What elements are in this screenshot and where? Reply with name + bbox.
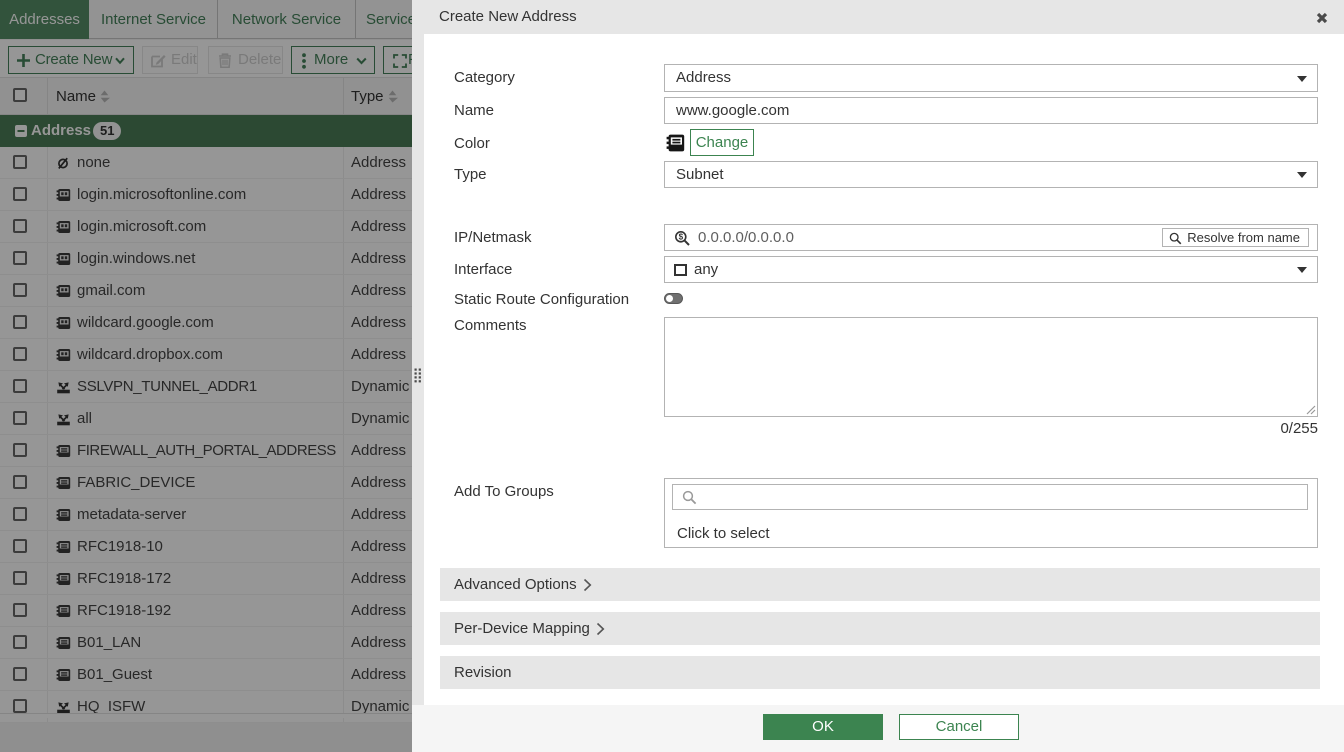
svg-text:$: $ xyxy=(679,233,684,242)
